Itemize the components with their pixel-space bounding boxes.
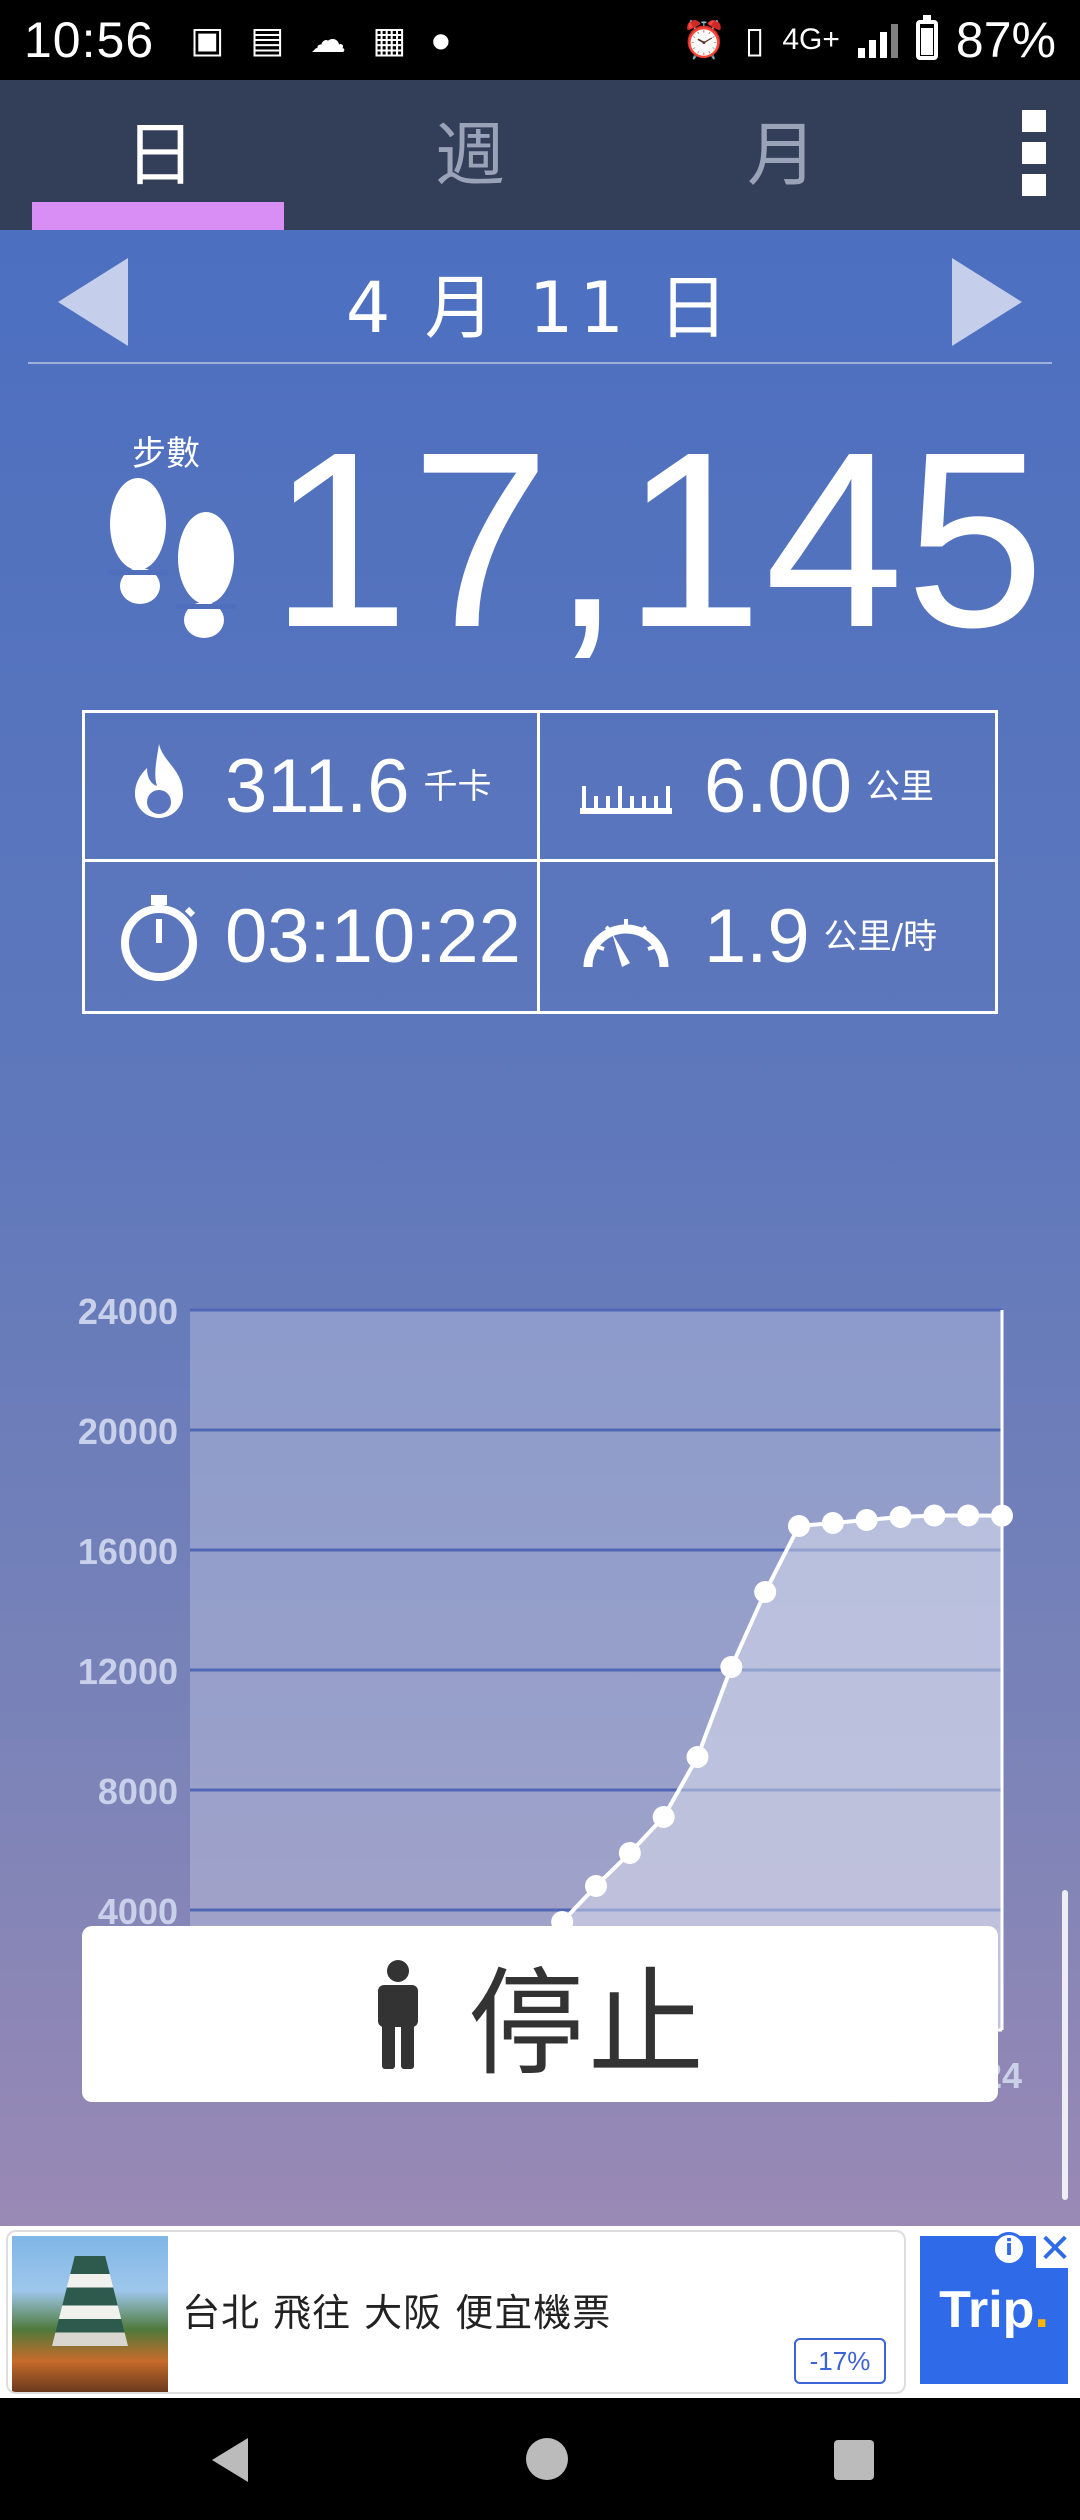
chart-point	[889, 1506, 912, 1528]
speedometer-icon	[583, 918, 669, 967]
ad-text: 台北 飛往 大阪 便宜機票	[182, 2291, 612, 2335]
ad-close-icon[interactable]: ✕	[1036, 2229, 1074, 2269]
calories-value: 311.6	[225, 743, 410, 829]
app-notification-icon: ▣	[190, 19, 225, 61]
calories-unit: 千卡	[423, 766, 492, 807]
recent-apps-icon[interactable]	[834, 2440, 874, 2480]
dot-icon: ●	[432, 28, 450, 52]
ad-brand-dot: .	[1034, 2281, 1049, 2339]
next-day-button[interactable]	[952, 258, 1022, 346]
status-right: ⏰ ▯ 4G+ 87%	[682, 11, 1056, 69]
footprints-icon	[108, 478, 236, 638]
battery-icon	[915, 15, 938, 60]
chart-y-tick-label: 20000	[78, 1411, 178, 1452]
back-icon[interactable]	[212, 2438, 248, 2482]
tab-month[interactable]: 月	[622, 80, 942, 230]
chart-point	[686, 1746, 709, 1768]
cloud-icon: ☁	[310, 19, 347, 61]
chart-y-tick-label: 8000	[98, 1771, 178, 1812]
ad-info-icon[interactable]: i	[992, 2232, 1026, 2266]
status-time: 10:56	[24, 12, 155, 68]
overflow-menu-icon[interactable]	[1022, 110, 1046, 196]
tab-indicator	[32, 202, 284, 230]
steps-count: 17,145	[270, 400, 1047, 679]
distance-value: 6.00	[704, 743, 852, 829]
network-type: 4G+	[782, 23, 840, 56]
navigation-bar	[0, 2398, 1080, 2520]
main-content: 4 月 11 日 步數 17,145 311.6 千卡 6.00 公里 03:1…	[0, 230, 1080, 2230]
chart-y-tick-label: 16000	[78, 1531, 178, 1572]
ad-brand: Trip	[939, 2281, 1035, 2339]
ruler-icon	[580, 786, 672, 814]
notification-icons: ▣ ▤ ☁ ▦ ●	[190, 20, 450, 61]
person-icon	[378, 1960, 418, 2069]
stat-duration: 03:10:22	[85, 862, 540, 1011]
steps-label: 步數	[132, 434, 200, 474]
stat-distance: 6.00 公里	[540, 713, 995, 862]
stats-grid: 311.6 千卡 6.00 公里 03:10:22 1.9 公里/時	[82, 710, 998, 1014]
chart-point	[855, 1509, 878, 1531]
calendar-icon: ▦	[372, 19, 407, 61]
tab-bar: 日 週 月	[0, 80, 1080, 230]
chart-y-tick-label: 24000	[78, 1291, 178, 1332]
stop-button-label: 停止	[468, 1957, 708, 2092]
duration-value: 03:10:22	[225, 894, 521, 979]
ad-image	[12, 2236, 168, 2392]
steps-notification-icon: ▤	[250, 19, 285, 61]
signal-icon	[857, 22, 898, 58]
chart-point	[991, 1504, 1013, 1527]
chart-point	[585, 1875, 607, 1897]
distance-unit: 公里	[865, 766, 934, 807]
vibrate-icon: ▯	[744, 19, 765, 61]
chart-point	[957, 1504, 980, 1527]
chart-point	[720, 1656, 743, 1678]
flame-icon	[135, 744, 183, 818]
stat-speed: 1.9 公里/時	[540, 862, 995, 1011]
stat-calories: 311.6 千卡	[85, 713, 540, 862]
speed-value: 1.9	[704, 894, 810, 979]
battery-percent: 87%	[955, 12, 1056, 68]
ad-discount-badge: -17%	[794, 2338, 886, 2384]
chart-point	[788, 1515, 810, 1537]
chart-point	[754, 1581, 777, 1603]
date-label: 4 月 11 日	[345, 267, 735, 349]
chart-y-tick-label: 12000	[78, 1651, 178, 1692]
stopwatch-icon	[121, 894, 197, 981]
divider	[28, 362, 1052, 364]
alarm-icon: ⏰	[681, 20, 727, 61]
ad-card[interactable]: 台北 飛往 大阪 便宜機票 -17%	[6, 2230, 906, 2394]
chart-point	[652, 1806, 675, 1828]
stop-button[interactable]: 停止	[82, 1926, 998, 2102]
chart-point	[923, 1504, 946, 1527]
scrollbar[interactable]	[1062, 1890, 1068, 2200]
speed-unit: 公里/時	[823, 917, 938, 957]
date-navigation: 4 月 11 日	[0, 230, 1080, 360]
tab-week[interactable]: 週	[310, 80, 630, 230]
chart-point	[618, 1842, 641, 1864]
home-icon[interactable]	[526, 2438, 568, 2480]
chart-point	[821, 1512, 844, 1534]
status-bar: 10:56 ▣ ▤ ☁ ▦ ● ⏰ ▯ 4G+ 87%	[0, 0, 1080, 80]
ad-banner[interactable]: 台北 飛往 大阪 便宜機票 -17% Trip. i ✕	[0, 2226, 1080, 2398]
